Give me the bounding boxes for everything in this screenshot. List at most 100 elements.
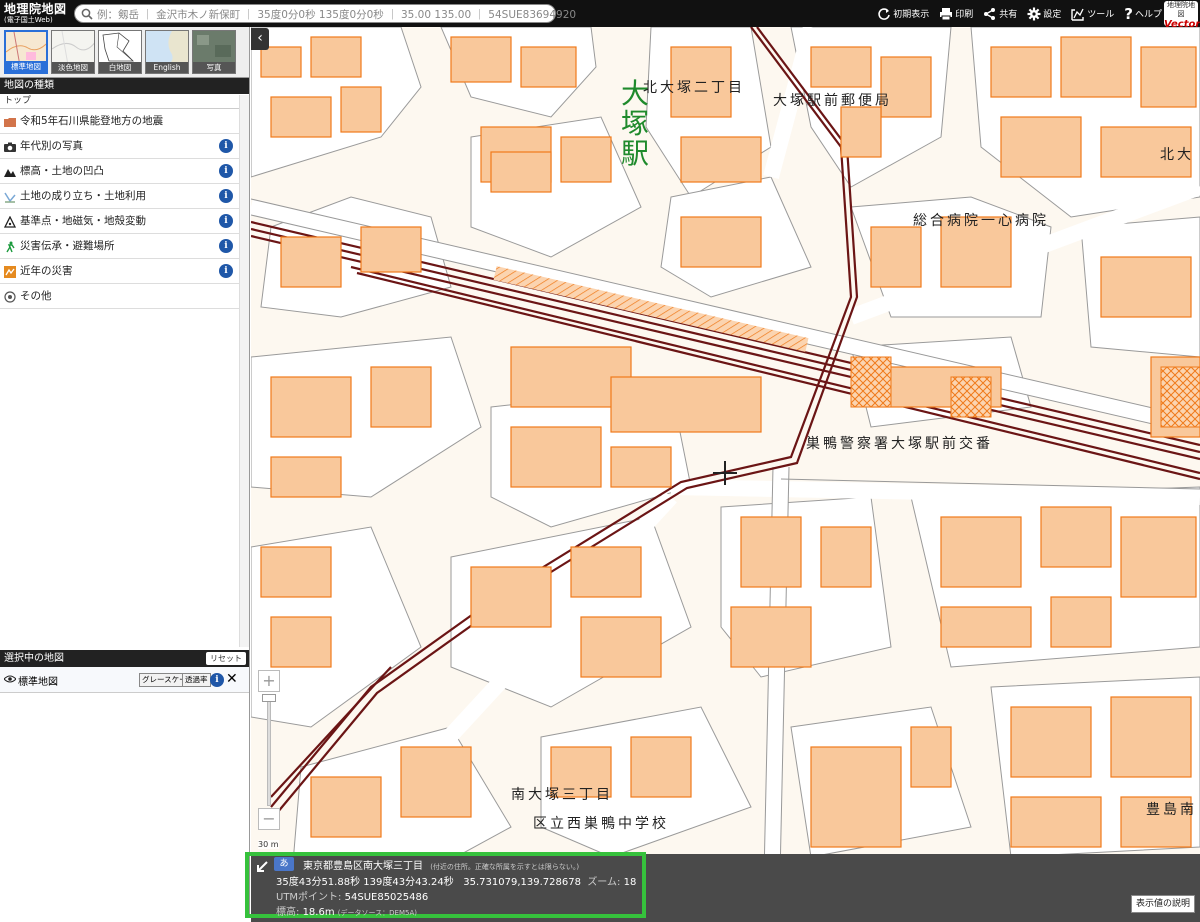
thumb-label: 標準地図	[6, 61, 46, 72]
category-item[interactable]: 年代別の写真 i	[0, 134, 249, 159]
coordinate-line: 35度43分51.88秒 139度43分43.24秒 35.731079,139…	[276, 873, 636, 888]
site-logo[interactable]: 地理院地図 (電子国土Web)	[4, 2, 70, 25]
close-icon[interactable]: ✕	[226, 671, 238, 687]
utm-label: UTMポイント:	[276, 892, 342, 903]
zoom-slider-track[interactable]	[267, 696, 271, 806]
opacity-button[interactable]: 透過率	[182, 673, 211, 687]
map-label: 区立西巣鴨中学校	[533, 816, 669, 832]
zoom-slider-handle[interactable]	[262, 694, 276, 702]
print-label: 印刷	[955, 10, 974, 20]
thumb-standard-map[interactable]: 標準地図	[4, 30, 48, 74]
other-icon	[4, 291, 16, 303]
category-item[interactable]: 標高・土地の凹凸 i	[0, 159, 249, 184]
share-label: 共有	[999, 10, 1018, 20]
thumb-pale-map[interactable]: 淡色地図	[51, 30, 95, 74]
tools-button[interactable]: ツール	[1071, 7, 1114, 21]
hatched-building	[950, 376, 992, 418]
selected-maps-heading: 選択中の地図 リセット	[0, 650, 249, 667]
zoom-label: ズーム:	[587, 877, 621, 888]
category-label: 災害伝承・避難場所	[20, 240, 115, 252]
map-canvas[interactable]: 大塚駅 北大塚二丁目 大塚駅前郵便局 北大 総合病院一心病院 巣鴨警察署大塚駅前…	[251, 27, 1200, 922]
info-icon[interactable]: i	[219, 239, 233, 253]
blank-map-preview	[102, 32, 134, 62]
category-item[interactable]: 基準点・地磁気・地殻変動 i	[0, 209, 249, 234]
map-label: 巣鴨警察署大塚駅前交番	[806, 436, 993, 452]
hatched-building	[1160, 366, 1200, 428]
share-button[interactable]: 共有	[983, 7, 1017, 21]
kana-toggle-button[interactable]: あ	[274, 857, 294, 871]
search-input[interactable]: 例：剱岳 ｜ 金沢市木ノ新保町 ｜ 35度0分0秒 135度0分0秒 ｜ 35.…	[97, 7, 576, 22]
thumb-label: 淡色地図	[52, 62, 94, 73]
vector-logo[interactable]: 地理院地図 Vector	[1164, 1, 1200, 30]
map-label: 北大塚二丁目	[643, 80, 745, 96]
hatched-building	[850, 356, 892, 408]
info-icon[interactable]: i	[219, 189, 233, 203]
help-icon: ?	[1124, 4, 1133, 23]
help-label: ヘルプ	[1134, 10, 1162, 20]
map-label: 南大塚三丁目	[511, 787, 613, 803]
category-item[interactable]: 令和5年石川県能登地方の地震	[0, 109, 249, 134]
zoom-out-button[interactable]: −	[258, 808, 280, 830]
thumb-label: 写真	[193, 62, 235, 73]
reset-view-icon	[878, 7, 890, 20]
info-icon[interactable]: i	[219, 214, 233, 228]
legend-button[interactable]: 表示値の説明	[1131, 895, 1195, 913]
utm-value: 54SUE85025486	[344, 892, 429, 903]
basemap-thumbnails: 標準地図 淡色地図 白地図 English 写真	[0, 27, 249, 78]
help-button[interactable]: ? ヘルプ	[1124, 5, 1162, 23]
search-box[interactable]: 例：剱岳 ｜ 金沢市木ノ新保町 ｜ 35度0分0秒 135度0分0秒 ｜ 35.…	[74, 4, 576, 23]
sidebar-collapse-button[interactable]: ‹	[251, 28, 269, 50]
info-icon[interactable]: i	[219, 139, 233, 153]
photo-map-preview	[197, 35, 231, 57]
eye-icon[interactable]	[4, 674, 16, 684]
category-label: 標高・土地の凹凸	[20, 165, 104, 177]
category-label: 令和5年石川県能登地方の地震	[20, 115, 164, 127]
reset-button[interactable]: リセット	[206, 652, 246, 665]
header-bar: 地理院地図 (電子国土Web) 例：剱岳 ｜ 金沢市木ノ新保町 ｜ 35度0分0…	[0, 0, 1200, 30]
tools-label: ツール	[1087, 10, 1115, 20]
breadcrumb[interactable]: トップ	[0, 94, 249, 109]
utm-line: UTMポイント: 54SUE85025486	[276, 888, 428, 903]
category-label: 年代別の写真	[20, 140, 83, 152]
info-icon[interactable]: i	[210, 673, 224, 687]
collapse-arrow-icon[interactable]	[255, 860, 269, 874]
print-button[interactable]: 印刷	[939, 7, 973, 21]
category-item[interactable]: その他	[0, 284, 249, 309]
evacuation-icon	[4, 241, 16, 253]
category-label: 土地の成り立ち・土地利用	[20, 190, 146, 202]
mountain-icon	[4, 169, 16, 177]
map-types-heading: 地図の種類	[0, 78, 249, 94]
info-icon[interactable]: i	[219, 164, 233, 178]
thumb-photo-map[interactable]: 写真	[192, 30, 236, 74]
zoom-in-button[interactable]: +	[258, 670, 280, 692]
category-item[interactable]: 土地の成り立ち・土地利用 i	[0, 184, 249, 209]
category-item[interactable]: 近年の災害 i	[0, 259, 249, 284]
disaster-icon	[4, 266, 16, 278]
thumb-label: 白地図	[99, 62, 141, 73]
sidebar-scrollbar[interactable]	[239, 95, 249, 647]
reset-view-label: 初期表示	[893, 10, 930, 20]
selected-maps-title: 選択中の地図	[4, 653, 64, 664]
scale-bar: 30 m	[258, 840, 279, 849]
map-label: 北大	[1160, 147, 1194, 163]
ruler-icon	[1071, 8, 1084, 21]
info-icon[interactable]: i	[219, 264, 233, 278]
elevation-source: (データソース：DEM5A)	[337, 909, 417, 917]
selected-map-name: 標準地図	[18, 677, 58, 688]
decimal-coordinates: 35.731079,139.728678	[463, 877, 581, 888]
address-note: (付近の住所。正確な所属を示すとは限らない。)	[430, 863, 580, 871]
thumb-label: English	[146, 62, 188, 73]
thumb-blank-map[interactable]: 白地図	[98, 30, 142, 74]
center-crosshair	[713, 461, 737, 485]
map-label: 総合病院一心病院	[913, 213, 1049, 229]
map-label: 大塚駅前郵便局	[773, 93, 892, 109]
category-list: 令和5年石川県能登地方の地震 年代別の写真 i 標高・土地の凹凸 i 土地の成り…	[0, 109, 249, 309]
settings-button[interactable]: 設定	[1027, 7, 1061, 21]
address-text: 東京都豊島区南大塚三丁目	[303, 861, 423, 872]
thumb-english-map[interactable]: English	[145, 30, 189, 74]
share-icon	[984, 7, 996, 20]
reset-view-button[interactable]: 初期表示	[877, 7, 929, 21]
category-item[interactable]: 災害伝承・避難場所 i	[0, 234, 249, 259]
triangle-icon	[4, 216, 16, 228]
pale-map-preview	[52, 31, 94, 66]
